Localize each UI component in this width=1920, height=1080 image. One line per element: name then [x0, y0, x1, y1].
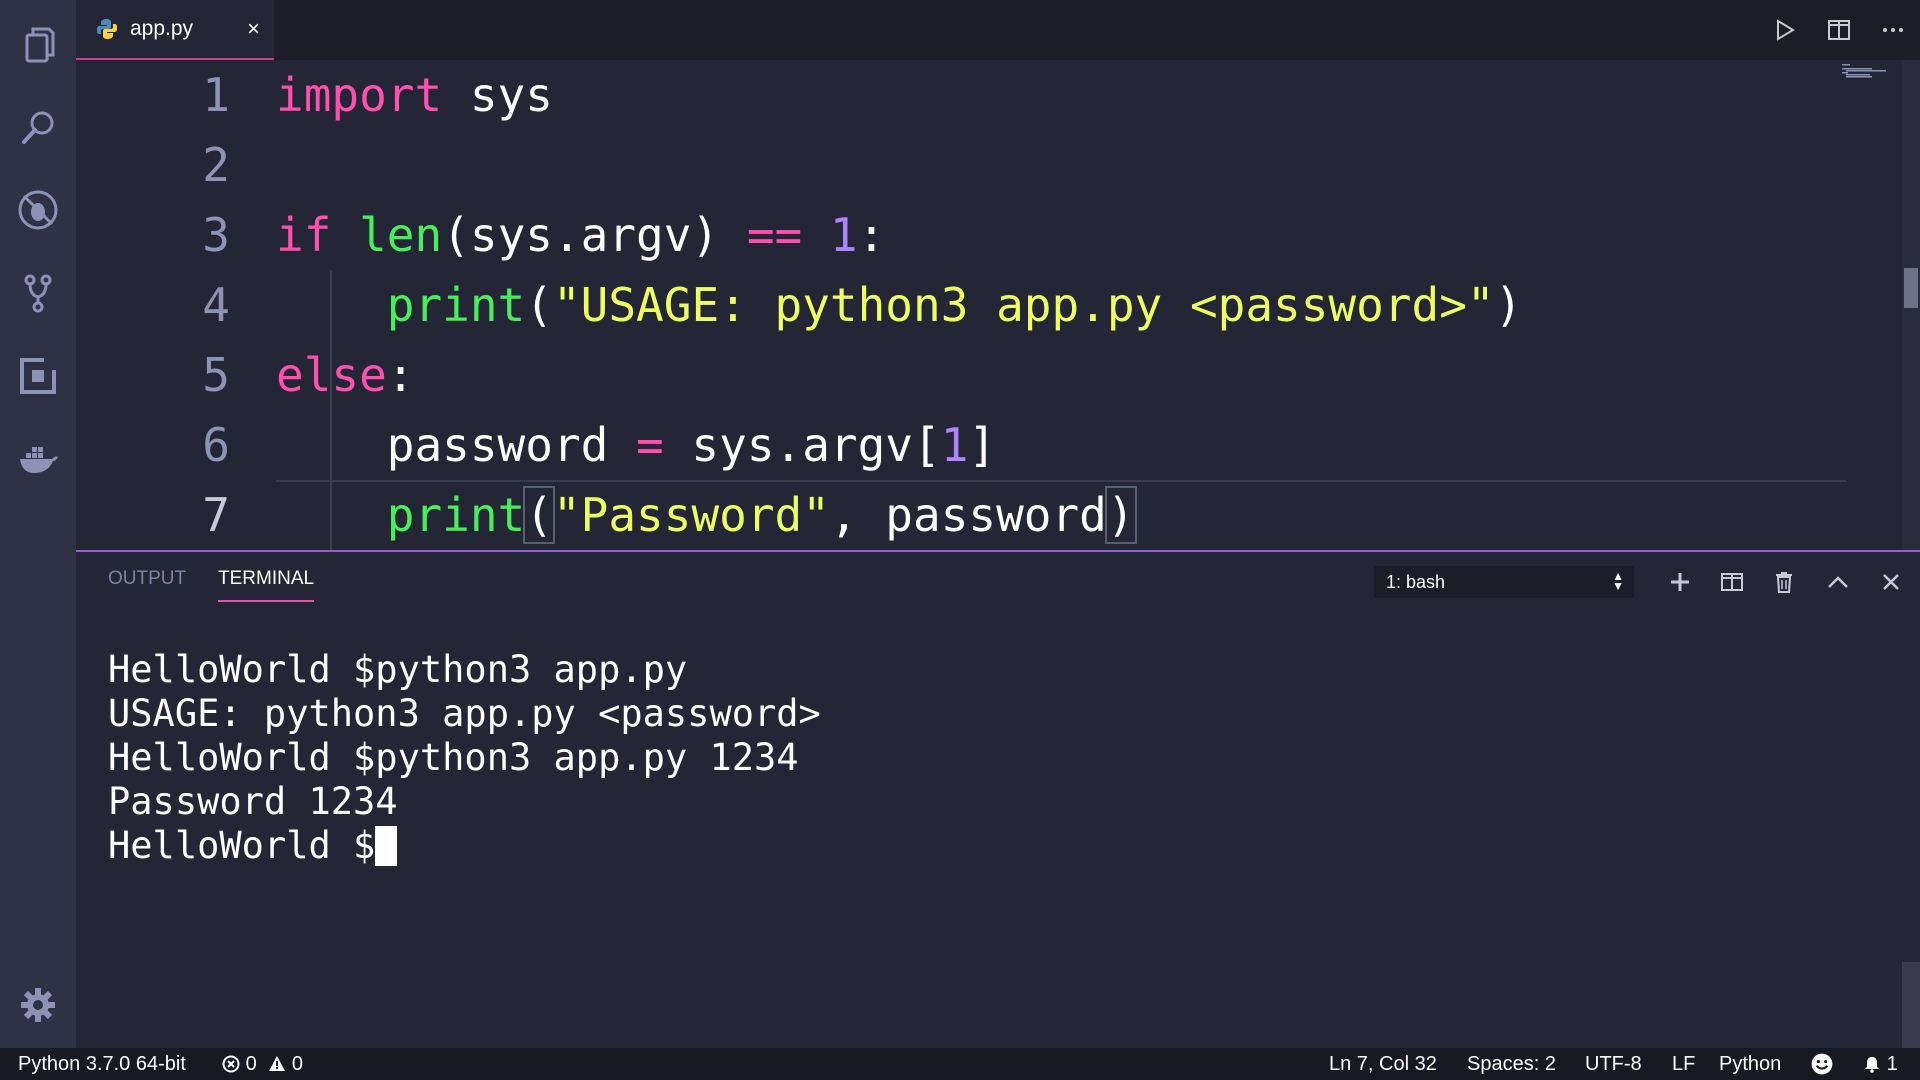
settings-gear-icon[interactable]: [0, 970, 76, 1040]
terminal-select-value: 1: bash: [1386, 571, 1446, 592]
terminal-output[interactable]: HelloWorld $python3 app.py USAGE: python…: [108, 648, 821, 868]
error-icon: [222, 1055, 240, 1073]
tab-label: app.py: [130, 17, 194, 40]
bell-icon: [1865, 1057, 1879, 1073]
editor-actions: [1758, 0, 1920, 60]
code-line: 3 if len(sys.argv) == 1:: [76, 200, 1846, 270]
minimap[interactable]: [1842, 64, 1888, 78]
code-token: print: [386, 488, 526, 542]
error-count: 0: [245, 1053, 257, 1075]
terminal-scrollbar[interactable]: [1902, 962, 1920, 1050]
explorer-icon[interactable]: [0, 10, 76, 80]
code-token: 1: [940, 418, 969, 472]
docker-icon[interactable]: [0, 424, 76, 494]
terminal-line: USAGE: python3 app.py <password>: [108, 692, 821, 735]
line-number: 5: [202, 348, 230, 402]
line-number: 4: [202, 278, 230, 332]
tab-output[interactable]: OUTPUT: [108, 568, 186, 600]
code-token: password: [386, 418, 637, 472]
code-line: 6 password = sys.argv[1]: [76, 410, 1846, 480]
code-token: ): [1494, 278, 1523, 332]
code-token: else: [276, 348, 387, 402]
code-token: 1: [829, 208, 858, 262]
extensions-icon[interactable]: [0, 341, 76, 411]
terminal-prompt: HelloWorld $: [108, 824, 376, 867]
line-number: 7: [202, 488, 230, 542]
debug-icon[interactable]: [0, 175, 76, 245]
tab-app-py[interactable]: app.py ×: [76, 0, 274, 60]
code-line: 4 print("USAGE: python3 app.py <password…: [76, 270, 1846, 340]
tab-terminal[interactable]: TERMINAL: [218, 568, 315, 602]
code-token: ==: [746, 208, 803, 262]
code-token: , password: [829, 488, 1107, 542]
line-number: 1: [202, 68, 230, 122]
code-token: print: [386, 278, 526, 332]
matching-bracket: (: [523, 486, 555, 544]
terminal-line: HelloWorld $python3 app.py 1234: [108, 736, 799, 779]
warning-icon: [269, 1056, 286, 1071]
notification-count: 1: [1886, 1053, 1898, 1075]
feedback-smiley-icon[interactable]: [1811, 1048, 1833, 1080]
matching-bracket: ): [1104, 486, 1137, 544]
cursor-position[interactable]: Ln 7, Col 32: [1329, 1048, 1437, 1080]
line-number: 2: [202, 138, 230, 192]
terminal-line: HelloWorld $python3 app.py: [108, 648, 688, 691]
line-number: 3: [202, 208, 230, 262]
terminal-select[interactable]: 1: bash ▲ ▼: [1374, 566, 1634, 598]
kill-terminal-trash-icon[interactable]: [1764, 562, 1804, 602]
editor-scrollbar[interactable]: [1902, 60, 1920, 550]
more-actions-icon[interactable]: [1866, 0, 1920, 60]
terminal-cursor: [375, 826, 398, 866]
code-token: ]: [968, 418, 997, 472]
code-token: =: [636, 418, 664, 472]
encoding[interactable]: UTF-8: [1585, 1048, 1642, 1080]
code-token: sys: [442, 68, 553, 122]
tab-close-icon[interactable]: ×: [247, 16, 260, 42]
maximize-panel-chevron-up-icon[interactable]: [1818, 562, 1858, 602]
problems-summary[interactable]: 0 0: [222, 1048, 303, 1080]
python-interpreter[interactable]: Python 3.7.0 64-bit: [18, 1048, 186, 1080]
code-token: :: [857, 208, 886, 262]
code-line-current: 7 print("Password", password): [76, 480, 1846, 550]
editor-tab-bar: app.py ×: [76, 0, 1920, 60]
code-token: (: [525, 278, 553, 332]
line-number: 6: [202, 418, 230, 472]
code-token: import: [276, 68, 443, 122]
new-terminal-icon[interactable]: [1660, 562, 1700, 602]
terminal-prompt-line: HelloWorld $: [108, 824, 821, 868]
editor-scrollbar-thumb[interactable]: [1904, 268, 1918, 308]
select-arrows-icon: ▲ ▼: [1612, 569, 1624, 593]
end-of-line[interactable]: LF: [1672, 1048, 1695, 1080]
code-token: sys.argv[: [663, 418, 941, 472]
activity-bar: [0, 0, 76, 1048]
code-line: 2: [76, 130, 1846, 200]
language-mode[interactable]: Python: [1719, 1048, 1781, 1080]
indentation-setting[interactable]: Spaces: 2: [1467, 1048, 1556, 1080]
search-icon[interactable]: [0, 92, 76, 162]
code-editor[interactable]: 1 import sys 2 3 if len(sys.argv) == 1: …: [76, 60, 1920, 550]
split-terminal-icon[interactable]: [1712, 562, 1752, 602]
run-python-file-icon[interactable]: [1758, 0, 1812, 60]
code-line: 5 else:: [76, 340, 1846, 410]
close-panel-icon[interactable]: [1871, 562, 1911, 602]
python-file-icon: [97, 19, 117, 39]
code-token: :: [386, 348, 415, 402]
vscode-window: app.py × 1 import sys 2 3 if len(sys.arg…: [0, 0, 1920, 1080]
code-token: "USAGE: python3 app.py <password>": [552, 278, 1495, 332]
warning-count: 0: [291, 1053, 303, 1075]
bottom-panel: OUTPUT TERMINAL 1: bash ▲ ▼ HelloWorld $p…: [76, 550, 1920, 1050]
code-token: if: [276, 208, 332, 262]
code-token: (sys.argv): [442, 208, 747, 262]
status-bar: Python 3.7.0 64-bit 0 0 Ln 7, Col 32 Spa…: [0, 1048, 1920, 1080]
code-token: "Password": [552, 488, 830, 542]
terminal-line: Password 1234: [108, 780, 398, 823]
split-editor-icon[interactable]: [1812, 0, 1866, 60]
code-token: len: [359, 208, 443, 262]
code-line: 1 import sys: [76, 60, 1846, 130]
notifications[interactable]: 1: [1863, 1048, 1898, 1080]
source-control-icon[interactable]: [0, 258, 76, 328]
